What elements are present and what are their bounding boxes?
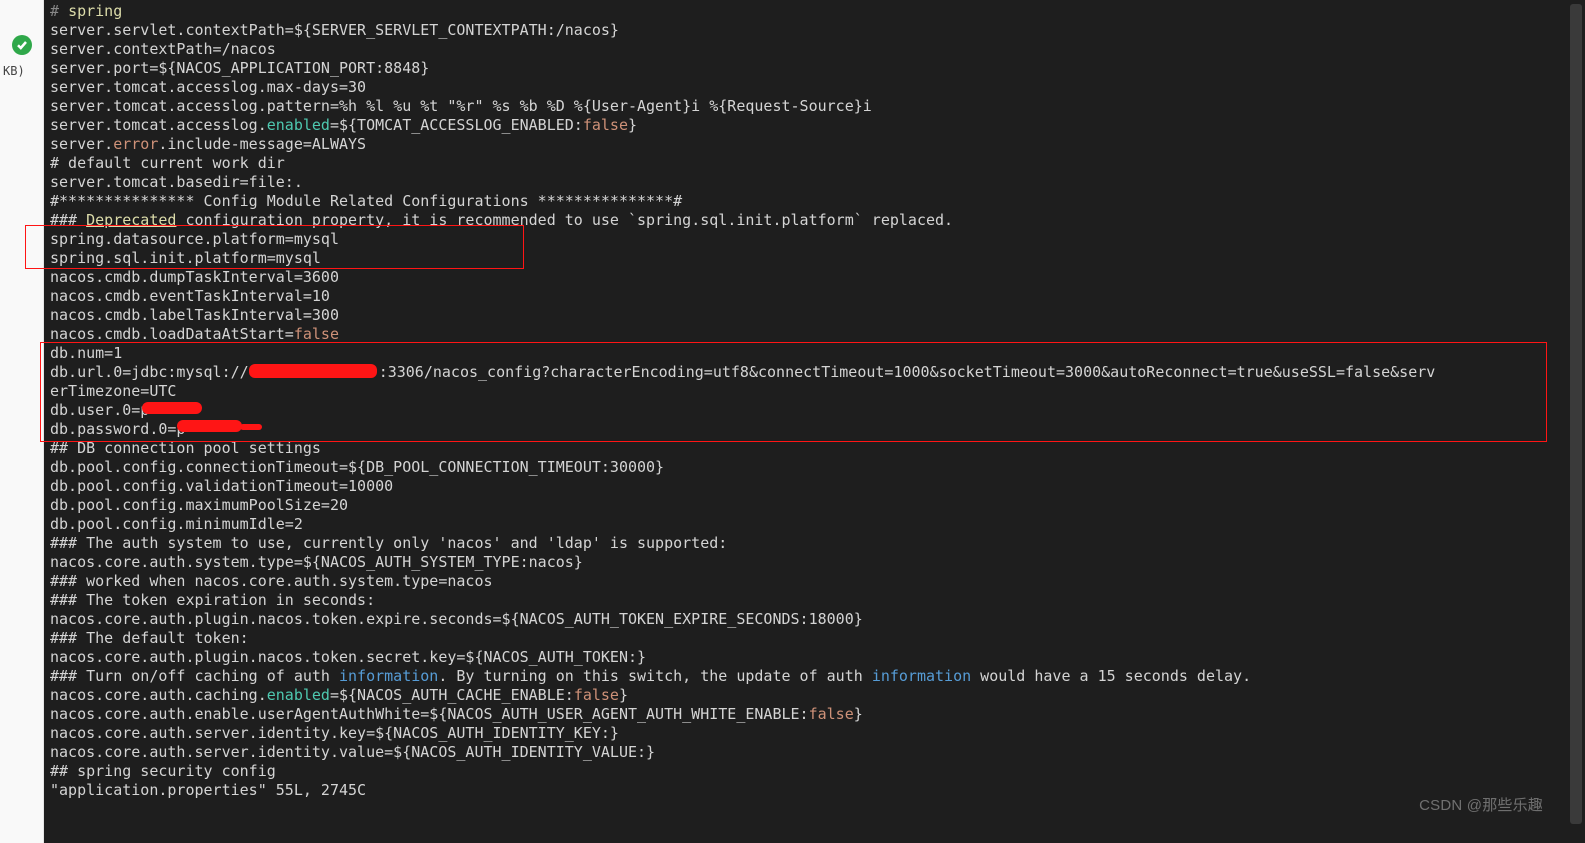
app-root: KB) # spring server.servlet.contextPath=… [0,0,1585,843]
code-line: server.servlet.contextPath=${SERVER_SERV… [50,21,1585,40]
code-line: # spring [50,2,1585,21]
code-line: spring.datasource.platform=mysql [50,230,1585,249]
code-line: server.tomcat.accesslog.pattern=%h %l %u… [50,97,1585,116]
code-line: nacos.core.auth.plugin.nacos.token.secre… [50,648,1585,667]
redacted-ip [249,364,377,378]
code-line: ### The auth system to use, currently on… [50,534,1585,553]
code-line: ## DB connection pool settings [50,439,1585,458]
code-line: db.user.0=p [50,401,1585,420]
code-line: db.pool.config.minimumIdle=2 [50,515,1585,534]
code-line: db.pool.config.validationTimeout=10000 [50,477,1585,496]
code-line: db.pool.config.connectionTimeout=${DB_PO… [50,458,1585,477]
code-line: "application.properties" 55L, 2745C [50,781,1585,800]
code-line: server.contextPath=/nacos [50,40,1585,59]
code-line: # default current work dir [50,154,1585,173]
code-line: nacos.core.auth.server.identity.value=${… [50,743,1585,762]
code-line: ### Deprecated configuration property, i… [50,211,1585,230]
code-line: server.tomcat.accesslog.enabled=${TOMCAT… [50,116,1585,135]
code-line: nacos.core.auth.server.identity.key=${NA… [50,724,1585,743]
status-ok-icon [12,35,32,55]
code-line: #*************** Config Module Related C… [50,192,1585,211]
code-line: server.tomcat.accesslog.max-days=30 [50,78,1585,97]
code-line: ### The default token: [50,629,1585,648]
code-line: ### Turn on/off caching of auth informat… [50,667,1585,686]
code-line: db.num=1 [50,344,1585,363]
left-gutter: KB) [0,0,44,843]
code-line: server.tomcat.basedir=file:. [50,173,1585,192]
code-line: server.error.include-message=ALWAYS [50,135,1585,154]
redacted-password-2 [240,424,262,430]
size-kb-label: KB) [3,62,25,81]
code-line: nacos.core.auth.plugin.nacos.token.expir… [50,610,1585,629]
code-editor[interactable]: # spring server.servlet.contextPath=${SE… [44,0,1585,843]
watermark: CSDN @那些乐趣 [1419,796,1543,815]
code-line: db.pool.config.maximumPoolSize=20 [50,496,1585,515]
scrollbar-thumb[interactable] [1570,4,1582,824]
code-line: nacos.core.auth.system.type=${NACOS_AUTH… [50,553,1585,572]
code-line: nacos.cmdb.eventTaskInterval=10 [50,287,1585,306]
code-line: spring.sql.init.platform=mysql [50,249,1585,268]
code-line: nacos.cmdb.labelTaskInterval=300 [50,306,1585,325]
code-line: erTimezone=UTC [50,382,1585,401]
vertical-scrollbar[interactable] [1569,2,1583,841]
code-line: db.password.0=p [50,420,1585,439]
code-line: ## spring security config [50,762,1585,781]
redacted-user [142,402,202,414]
code-line: nacos.core.auth.caching.enabled=${NACOS_… [50,686,1585,705]
code-line: ### The token expiration in seconds: [50,591,1585,610]
code-line: ### worked when nacos.core.auth.system.t… [50,572,1585,591]
code-line: nacos.cmdb.dumpTaskInterval=3600 [50,268,1585,287]
redacted-password [177,420,242,432]
code-line: nacos.cmdb.loadDataAtStart=false [50,325,1585,344]
code-line: nacos.core.auth.enable.userAgentAuthWhit… [50,705,1585,724]
code-line: server.port=${NACOS_APPLICATION_PORT:884… [50,59,1585,78]
